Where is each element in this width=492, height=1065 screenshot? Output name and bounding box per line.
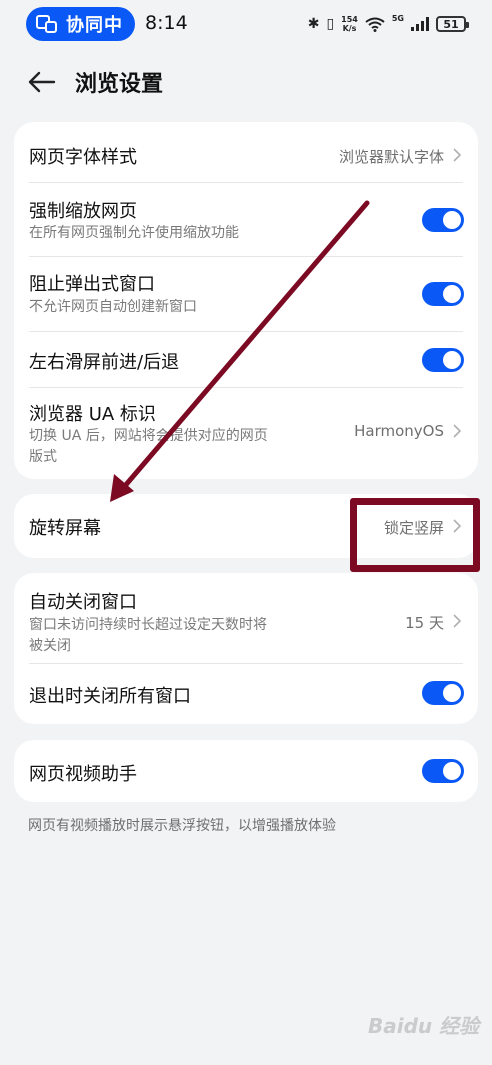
setting-value: 15 天: [405, 614, 444, 632]
title-bar: 浏览设置: [0, 56, 492, 108]
setting-row-video-helper[interactable]: 网页视频助手: [14, 740, 478, 802]
setting-row-force-zoom[interactable]: 强制缩放网页 在所有网页强制允许使用缩放功能: [14, 183, 478, 256]
setting-row-font-style[interactable]: 网页字体样式 浏览器默认字体: [14, 122, 478, 182]
clock: 8:14: [145, 12, 188, 34]
status-bar: 协同中 8:14 ✱ ▯ 154 K/s 5G 51: [0, 0, 492, 48]
setting-title: 左右滑屏前进/后退: [29, 352, 180, 373]
setting-title: 自动关闭窗口: [29, 592, 137, 613]
toggle-knob: [443, 285, 461, 303]
settings-card-windows: 自动关闭窗口 窗口未访问持续时长超过设定天数时将 被关闭 15 天 退出时关闭所…: [14, 573, 478, 724]
status-icons: ✱ ▯ 154 K/s 5G 51: [307, 12, 469, 36]
settings-card-video: 网页视频助手: [14, 740, 478, 802]
watermark-text: Baidu 经验: [368, 1014, 480, 1038]
setting-title: 网页视频助手: [29, 764, 137, 785]
setting-subtitle-continued: 版式: [29, 449, 57, 465]
toggle-knob: [443, 762, 461, 780]
close-on-exit-toggle[interactable]: [422, 681, 464, 705]
setting-subtitle: 窗口未访问持续时长超过设定天数时将: [29, 617, 267, 633]
annotation-highlight-box: [350, 498, 480, 572]
setting-title: 网页字体样式: [29, 147, 137, 168]
toggle-knob: [443, 211, 461, 229]
setting-subtitle: 在所有网页强制允许使用缩放功能: [29, 225, 239, 241]
block-popups-toggle[interactable]: [422, 282, 464, 306]
setting-subtitle: 不允许网页自动创建新窗口: [29, 299, 197, 315]
setting-value: HarmonyOS: [354, 422, 444, 440]
signal-strength-icon: [411, 17, 429, 31]
bluetooth-icon: ✱: [307, 16, 320, 32]
toggle-knob: [443, 351, 461, 369]
page-title: 浏览设置: [75, 72, 164, 97]
network-speed-unit: K/s: [342, 24, 357, 33]
video-helper-toggle[interactable]: [422, 759, 464, 783]
network-speed: 154 K/s: [341, 15, 358, 33]
setting-value: 浏览器默认字体: [338, 148, 444, 166]
collaboration-pill[interactable]: 协同中: [26, 7, 135, 41]
setting-subtitle: 切换 UA 后，网站将会提供对应的网页: [29, 428, 268, 444]
video-helper-description: 网页有视频播放时展示悬浮按钮，以增强播放体验: [28, 818, 336, 834]
chevron-right-icon: [453, 614, 462, 628]
setting-row-user-agent[interactable]: 浏览器 UA 标识 切换 UA 后，网站将会提供对应的网页 版式 Harmony…: [14, 388, 478, 479]
chevron-right-icon: [453, 424, 462, 438]
setting-title: 浏览器 UA 标识: [29, 404, 156, 425]
setting-row-auto-close[interactable]: 自动关闭窗口 窗口未访问持续时长超过设定天数时将 被关闭 15 天: [14, 573, 478, 663]
back-arrow-icon: [28, 71, 56, 93]
battery-level: 51: [443, 17, 459, 31]
force-zoom-toggle[interactable]: [422, 208, 464, 232]
network-speed-value: 154: [341, 15, 358, 24]
battery-icon: 51: [436, 16, 469, 32]
wifi-icon: [365, 17, 385, 32]
setting-title: 阻止弹出式窗口: [29, 274, 155, 295]
setting-row-block-popups[interactable]: 阻止弹出式窗口 不允许网页自动创建新窗口: [14, 257, 478, 331]
setting-title: 旋转屏幕: [29, 518, 101, 539]
chevron-right-icon: [453, 148, 462, 162]
setting-subtitle-continued: 被关闭: [29, 638, 71, 654]
toggle-knob: [443, 684, 461, 702]
network-type-label: 5G: [391, 13, 404, 23]
back-button[interactable]: [24, 66, 60, 98]
multi-device-icon: [36, 13, 60, 35]
setting-title: 强制缩放网页: [29, 201, 137, 222]
setting-title: 退出时关闭所有窗口: [29, 686, 191, 707]
collaboration-label: 协同中: [66, 15, 123, 36]
swipe-navigation-toggle[interactable]: [422, 348, 464, 372]
vibrate-icon: ▯: [326, 16, 335, 32]
settings-card-general: 网页字体样式 浏览器默认字体 强制缩放网页 在所有网页强制允许使用缩放功能 阻止…: [14, 122, 478, 479]
setting-row-close-on-exit[interactable]: 退出时关闭所有窗口: [14, 664, 478, 724]
setting-row-swipe-navigation[interactable]: 左右滑屏前进/后退: [14, 332, 478, 387]
